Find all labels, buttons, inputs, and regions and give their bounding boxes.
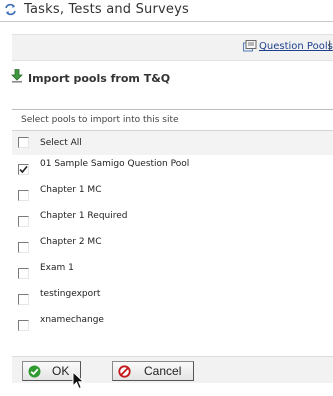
pool-label: Chapter 2 MC	[40, 237, 102, 247]
pool-selection-panel: Select pools to import into this site Se…	[12, 109, 333, 352]
pool-row: Chapter 1 MC	[12, 182, 333, 204]
pool-checkbox[interactable]	[18, 190, 29, 201]
pool-label: testingexport	[40, 289, 101, 299]
toolbar-separator: |	[328, 40, 332, 51]
title-divider	[0, 21, 333, 22]
pool-row: xnamechange	[12, 312, 333, 334]
toolbar: Question Pools |	[12, 34, 333, 61]
window-title: Tasks, Tests and Surveys	[24, 2, 189, 17]
cancel-button-label: Cancel	[144, 364, 182, 378]
ok-button-label: OK	[52, 364, 70, 378]
action-bar: OK Cancel	[12, 356, 333, 383]
pool-row: testingexport	[12, 286, 333, 308]
no-entry-icon	[118, 365, 131, 378]
select-all-row: Select All	[12, 131, 333, 155]
pool-row: Chapter 1 Required	[12, 208, 333, 230]
checkmark-icon	[28, 365, 41, 378]
question-pools-icon	[243, 40, 257, 52]
pool-checkbox[interactable]	[18, 268, 29, 279]
question-pools-link[interactable]: Question Pools	[259, 41, 333, 52]
import-download-icon	[11, 69, 23, 83]
pool-panel-header: Select pools to import into this site	[12, 110, 333, 131]
pool-checkbox[interactable]	[18, 320, 29, 331]
pool-row: Exam 1	[12, 260, 333, 282]
cancel-button[interactable]: Cancel	[112, 361, 194, 381]
pool-label: Chapter 1 Required	[40, 211, 128, 221]
pool-row: 01 Sample Samigo Question Pool	[12, 156, 333, 178]
checkmark-icon	[19, 165, 28, 174]
select-all-label: Select All	[40, 138, 82, 148]
pool-checkbox[interactable]	[18, 294, 29, 305]
pool-checkbox[interactable]	[18, 242, 29, 253]
pool-label: xnamechange	[40, 315, 104, 325]
import-title: Import pools from T&Q	[28, 72, 171, 85]
pool-row: Chapter 2 MC	[12, 234, 333, 256]
select-all-checkbox[interactable]	[18, 137, 29, 148]
refresh-arrows-icon	[5, 3, 16, 16]
pool-panel-instructions: Select pools to import into this site	[21, 115, 179, 125]
pool-checkbox[interactable]	[18, 164, 29, 175]
pool-label: 01 Sample Samigo Question Pool	[40, 159, 190, 169]
pool-label: Chapter 1 MC	[40, 185, 102, 195]
pool-label: Exam 1	[40, 263, 74, 273]
pool-checkbox[interactable]	[18, 216, 29, 227]
mouse-pointer-icon	[72, 371, 84, 390]
title-bar: Tasks, Tests and Surveys	[0, 0, 333, 22]
